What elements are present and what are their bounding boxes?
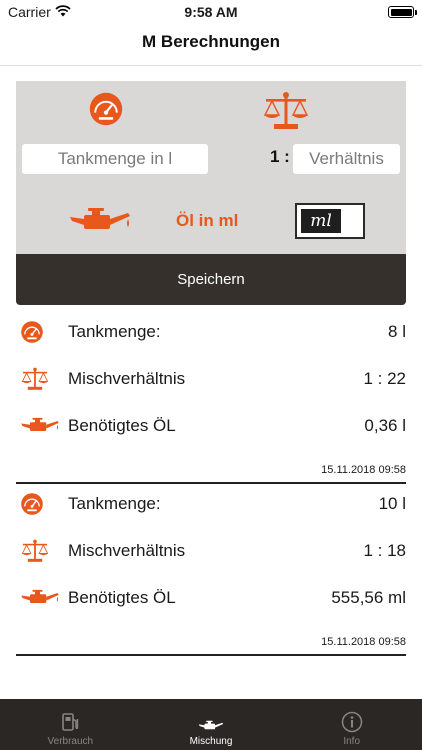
info-icon [341,711,362,733]
oil-can-icon [68,205,132,237]
battery-icon [388,6,417,18]
ratio-label: Mischverhältnis [68,541,186,560]
calculation-panel: Tankmenge in l 1 : Verhältnis Öl in ml m… [16,81,406,254]
oil-row: Benötigtes ÖL 0,36 l [16,408,406,444]
nav-divider [0,65,422,66]
gauge-icon [20,320,44,344]
records-list: Tankmenge: 8 l Mischverhältnis 1 : 22 Be… [16,312,406,656]
ratio-value: 1 : 18 [363,541,406,560]
oil-value: 0,36 l [364,416,406,435]
tank-amount-placeholder: Tankmenge in l [57,149,173,168]
tank-label: Tankmenge: [68,494,161,513]
oil-row: Benötigtes ÖL 555,56 ml [16,580,406,616]
ratio-row: Mischverhältnis 1 : 22 [16,361,406,397]
oil-label: Benötigtes ÖL [68,588,176,607]
tab-bar: Verbrauch Mischung Info [0,699,422,750]
ratio-prefix: 1 : [270,147,290,166]
gauge-icon [20,492,44,516]
record-timestamp: 15.11.2018 09:58 [321,636,406,648]
oil-value: 555,56 ml [331,588,406,607]
tab-label: Mischung [189,736,233,747]
tab-info[interactable]: Info [281,699,422,750]
tank-row: Tankmenge: 10 l [16,486,406,522]
ratio-input[interactable]: Verhältnis [293,144,400,174]
tank-row: Tankmenge: 8 l [16,314,406,350]
unit-toggle[interactable]: ml [295,203,365,239]
tab-verbrauch[interactable]: Verbrauch [0,699,141,750]
scale-icon [262,91,310,131]
tank-value: 8 l [388,322,406,341]
oil-can-icon [20,588,60,608]
scale-icon [20,367,50,391]
tab-label: Verbrauch [47,736,94,747]
unit-toggle-label: ml [301,209,341,233]
oil-can-icon [198,720,224,730]
record-timestamp: 15.11.2018 09:58 [321,464,406,476]
gauge-icon [88,91,124,127]
oil-can-icon [20,416,60,436]
record-item: Tankmenge: 8 l Mischverhältnis 1 : 22 Be… [16,312,406,484]
tab-label: Info [343,736,361,747]
ratio-placeholder: Verhältnis [309,149,384,168]
ratio-row: Mischverhältnis 1 : 18 [16,533,406,569]
tank-label: Tankmenge: [68,322,161,341]
tank-amount-input[interactable]: Tankmenge in l [22,144,208,174]
fuel-pump-icon [62,713,79,731]
ratio-value: 1 : 22 [363,369,406,388]
save-button[interactable]: Speichern [16,254,406,305]
page-title: M Berechnungen [142,32,280,51]
status-time: 9:58 AM [184,4,238,20]
oil-output-label: Öl in ml [176,211,239,230]
scale-icon [20,539,50,563]
record-item: Tankmenge: 10 l Mischverhältnis 1 : 18 B… [16,484,406,656]
tank-value: 10 l [378,494,406,513]
ratio-label: Mischverhältnis [68,369,186,388]
tab-mischung[interactable]: Mischung [141,699,282,750]
oil-label: Benötigtes ÖL [68,416,176,435]
status-bar: Carrier 9:58 AM [0,0,422,24]
